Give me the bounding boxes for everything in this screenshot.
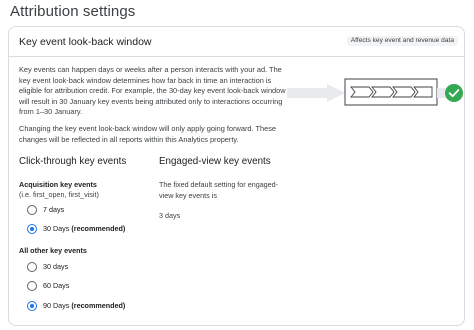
lookback-description: Key events can happen days or weeks afte… — [19, 65, 286, 117]
chevron-row — [350, 86, 433, 98]
other-group-label: All other key events — [19, 246, 87, 255]
recommended-tag: (recommended) — [71, 224, 126, 233]
radio-button[interactable] — [27, 205, 37, 215]
click-through-title: Click-through key events — [19, 156, 127, 167]
lookback-change-note: Changing the key event look-back window … — [19, 124, 277, 144]
engaged-view-value: 3 days — [159, 211, 181, 220]
radio-button-selected[interactable] — [27, 224, 37, 234]
lookback-illustration — [287, 78, 463, 106]
card-title: Key event look-back window — [19, 36, 152, 48]
lookback-window-card: Key event look-back window Affects key e… — [8, 26, 465, 326]
radio-acquisition-7-days[interactable]: 7 days — [27, 203, 64, 217]
engaged-view-description: The fixed default setting for engaged-vi… — [159, 180, 279, 200]
check-circle-icon — [445, 84, 463, 102]
acquisition-group-sublabel: (i.e. first_open, first_visit) — [19, 190, 99, 199]
lookback-arrow-shaft — [287, 88, 327, 98]
card-header: Key event look-back window Affects key e… — [9, 27, 464, 57]
recommended-tag: (recommended) — [71, 301, 126, 310]
radio-label-value: 30 Days — [43, 224, 70, 233]
radio-label: 60 Days — [43, 281, 70, 290]
radio-label: 30 days — [43, 262, 69, 271]
radio-button-selected[interactable] — [27, 301, 37, 311]
page-title: Attribution settings — [10, 3, 136, 20]
acquisition-group-label: Acquisition key events — [19, 180, 97, 189]
radio-label-value: 90 Days — [43, 301, 70, 310]
lookback-arrow-head — [327, 84, 345, 102]
radio-label: 7 days — [43, 205, 65, 214]
radio-other-30-days[interactable]: 30 days — [27, 260, 68, 274]
radio-label: 30 Days (recommended) — [43, 224, 125, 234]
engaged-view-title: Engaged-view key events — [159, 156, 271, 167]
attribution-settings-page: Attribution settings Key event look-back… — [0, 0, 474, 330]
radio-button[interactable] — [27, 281, 37, 291]
radio-label: 90 Days (recommended) — [43, 301, 125, 311]
radio-other-90-days[interactable]: 90 Days (recommended) — [27, 299, 125, 313]
radio-acquisition-30-days[interactable]: 30 Days (recommended) — [27, 222, 125, 236]
affects-data-chip: Affects key event and revenue data — [346, 36, 458, 46]
radio-button[interactable] — [27, 262, 37, 272]
radio-other-60-days[interactable]: 60 Days — [27, 279, 69, 293]
